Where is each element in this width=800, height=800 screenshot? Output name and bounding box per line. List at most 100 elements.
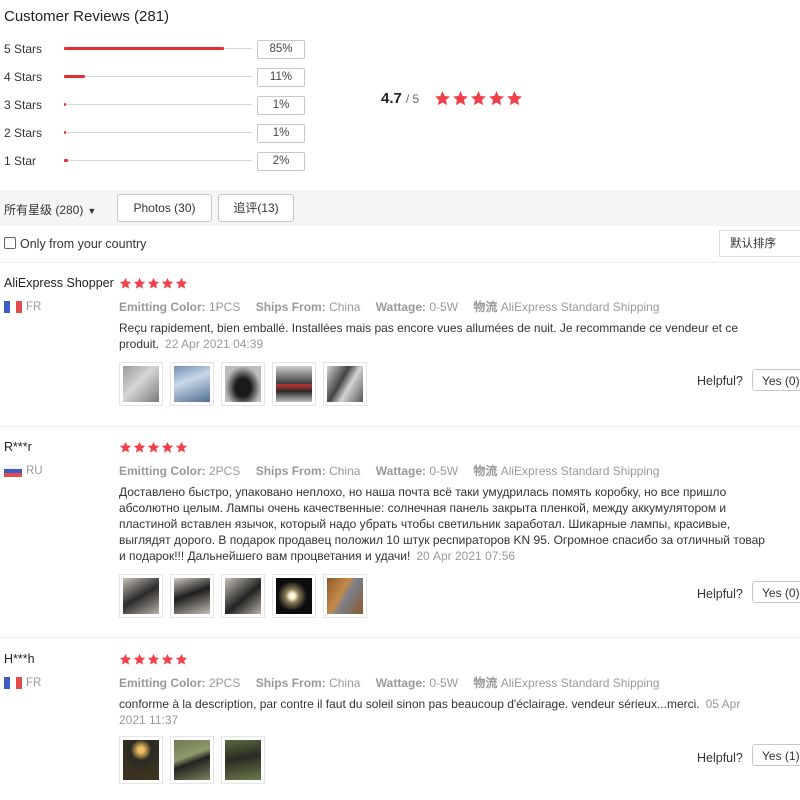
photo-image <box>123 578 159 614</box>
rating-row-percent: 11% <box>257 68 305 87</box>
average-rating: 4.7/ 5 <box>381 90 419 107</box>
review-text: conforme à la description, par contre il… <box>119 696 769 728</box>
star-icon <box>507 91 522 106</box>
attr-wattage-label: Wattage: <box>375 676 426 690</box>
attr-ships-value: China <box>329 676 361 690</box>
checkbox-icon[interactable] <box>4 237 16 249</box>
attr-ships-label: Ships From: <box>255 676 326 690</box>
attr-color-label: Emitting Color: <box>119 464 206 478</box>
review-attributes: Emitting Color: 2PCS Ships From: China W… <box>119 674 671 691</box>
review-photo[interactable] <box>170 736 214 784</box>
review-photo[interactable] <box>272 574 316 618</box>
helpful-label: Helpful? <box>697 587 743 601</box>
review-photo[interactable] <box>221 362 265 406</box>
photos-filter-button[interactable]: Photos (30) <box>117 194 212 222</box>
review-photo[interactable] <box>323 362 367 406</box>
helpful-yes-button[interactable]: Yes (1) <box>752 744 800 766</box>
attr-wattage-value: 0-5W <box>429 300 459 314</box>
review-date: 22 Apr 2021 04:39 <box>165 337 264 351</box>
divider <box>0 262 800 263</box>
reviewer-name: AliExpress Shopper <box>4 276 114 290</box>
attr-logistics-value: AliExpress Standard Shipping <box>500 300 660 314</box>
photo-image <box>123 366 159 402</box>
rating-row[interactable]: 4 Stars 11% <box>4 68 314 88</box>
attr-color-value: 2PCS <box>209 676 241 690</box>
attr-color-label: Emitting Color: <box>119 676 206 690</box>
rating-filter-select[interactable]: 所有星级 (280) ▼ <box>4 201 96 218</box>
review-photo[interactable] <box>119 574 163 618</box>
chevron-down-icon: ▼ <box>87 206 97 216</box>
photo-image <box>174 740 210 780</box>
review-stars <box>119 653 188 671</box>
star-icon <box>175 441 188 453</box>
reviewer-country: FR <box>26 677 42 689</box>
rating-row[interactable]: 1 Star 2% <box>4 152 314 172</box>
additional-reviews-filter-button[interactable]: 追评(13) <box>218 194 294 222</box>
attr-color-value: 1PCS <box>209 300 241 314</box>
helpful-yes-button[interactable]: Yes (0) <box>752 369 800 391</box>
rating-row[interactable]: 2 Stars 1% <box>4 124 314 144</box>
rating-bar-track <box>64 131 252 134</box>
attr-ships-label: Ships From: <box>255 464 326 478</box>
sort-select[interactable]: 默认排序 <box>719 230 800 257</box>
average-score: 4.7 <box>381 90 402 107</box>
star-icon <box>119 277 132 289</box>
star-icon <box>147 653 160 665</box>
attr-logistics-value: AliExpress Standard Shipping <box>500 464 660 478</box>
rating-filter-label: 所有星级 (280) <box>4 203 84 217</box>
rating-row[interactable]: 5 Stars 85% <box>4 40 314 60</box>
star-icon <box>119 653 132 665</box>
star-icon <box>161 653 174 665</box>
rating-row[interactable]: 3 Stars 1% <box>4 96 314 116</box>
review-photo[interactable] <box>221 736 265 784</box>
photo-image <box>225 578 261 614</box>
attr-logistics-label: 物流 <box>473 464 498 478</box>
rating-bar-fill <box>64 47 224 50</box>
attr-wattage-label: Wattage: <box>375 300 426 314</box>
review-photo[interactable] <box>170 362 214 406</box>
only-country-label: Only from your country <box>20 237 147 251</box>
star-icon <box>161 277 174 289</box>
rating-bar-track <box>64 47 252 50</box>
review-photo[interactable] <box>119 736 163 784</box>
photo-image <box>225 740 261 780</box>
reviewer-name: R***r <box>4 440 32 454</box>
attr-wattage-value: 0-5W <box>429 464 459 478</box>
star-icon <box>453 91 468 106</box>
photo-image <box>225 366 261 402</box>
review-photo[interactable] <box>221 574 265 618</box>
attr-ships-label: Ships From: <box>255 300 326 314</box>
rating-bar-fill <box>64 159 68 162</box>
review-photo[interactable] <box>119 362 163 406</box>
photo-image <box>174 366 210 402</box>
attr-logistics-value: AliExpress Standard Shipping <box>500 676 660 690</box>
rating-row-label: 2 Stars <box>4 126 43 140</box>
review-stars <box>119 441 188 459</box>
attr-logistics-label: 物流 <box>473 676 498 690</box>
star-icon <box>175 653 188 665</box>
photo-image <box>327 578 363 614</box>
review-photo[interactable] <box>323 574 367 618</box>
star-icon <box>119 441 132 453</box>
review-photo[interactable] <box>170 574 214 618</box>
photo-image <box>276 578 312 614</box>
photo-image <box>276 366 312 402</box>
rating-bar-track <box>64 103 252 106</box>
star-icon <box>133 441 146 453</box>
star-icon <box>161 441 174 453</box>
review-body: conforme à la description, par contre il… <box>119 697 700 711</box>
helpful-label: Helpful? <box>697 751 743 765</box>
rating-row-label: 3 Stars <box>4 98 43 112</box>
france-flag-icon <box>4 301 22 313</box>
average-stars <box>434 90 523 108</box>
rating-bar-fill <box>64 131 66 134</box>
only-country-checkbox[interactable]: Only from your country <box>4 237 146 251</box>
attr-wattage-value: 0-5W <box>429 676 459 690</box>
review-photo[interactable] <box>272 362 316 406</box>
reviewer-country: RU <box>26 465 43 477</box>
reviews-title: Customer Reviews (281) <box>4 8 170 25</box>
star-icon <box>435 91 450 106</box>
divider <box>0 426 800 427</box>
average-out-of: / 5 <box>405 92 420 106</box>
helpful-yes-button[interactable]: Yes (0) <box>752 581 800 603</box>
